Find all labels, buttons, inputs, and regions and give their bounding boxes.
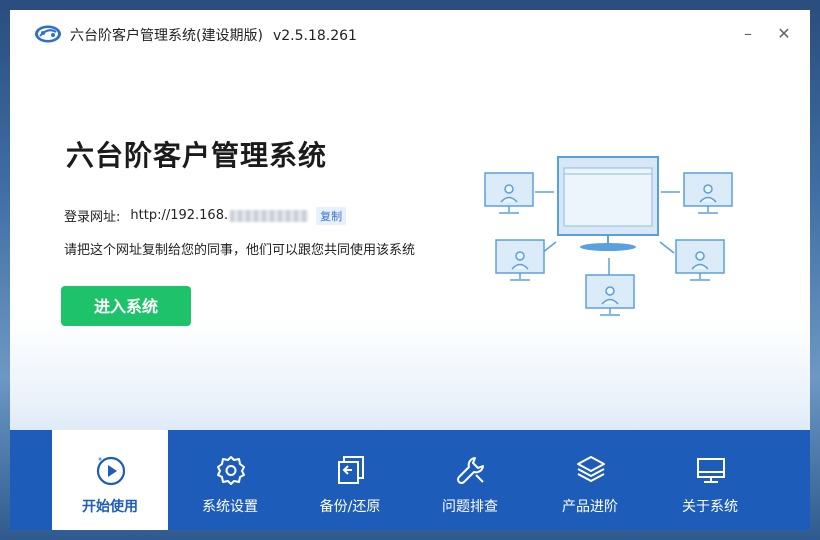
app-version: v2.5.18.261 xyxy=(272,28,357,44)
share-hint-text: 请把这个网址复制给您的同事，他们可以跟您共同使用该系统 xyxy=(64,243,416,258)
enter-system-button[interactable]: 进入系统 xyxy=(61,286,191,326)
play-icon xyxy=(96,456,126,486)
title-bar[interactable]: 六台阶客户管理系统(建设期版) v2.5.18.261 – ✕ xyxy=(10,10,810,58)
app-window: 六台阶客户管理系统(建设期版) v2.5.18.261 – ✕ 六台阶客户管理系统… xyxy=(10,10,810,530)
backup-restore-icon xyxy=(338,456,364,484)
bottom-nav-bar: 开始使用 系统设置 备份/还原 问题排查 产品进阶 关于系统 xyxy=(10,430,810,530)
gear-icon xyxy=(217,456,245,485)
login-url-row: 登录网址: http://192.168. 复制 xyxy=(64,206,347,225)
window-background-gradient xyxy=(10,320,810,440)
login-url-masked-part xyxy=(230,209,309,222)
nav-label-troubleshoot: 问题排查 xyxy=(442,499,498,515)
network-illustration xyxy=(484,156,733,316)
nav-label-about: 关于系统 xyxy=(682,499,738,515)
nav-label-advanced: 产品进阶 xyxy=(562,499,618,515)
wrench-icon xyxy=(456,457,484,485)
login-url-label: 登录网址: xyxy=(64,210,121,225)
nav-label-start: 开始使用 xyxy=(82,499,138,515)
copy-url-button[interactable]: 复制 xyxy=(316,206,347,225)
app-logo-icon xyxy=(35,25,61,43)
nav-item-backup-restore[interactable]: 备份/还原 xyxy=(292,430,408,530)
nav-item-advanced[interactable]: 产品进阶 xyxy=(532,430,648,530)
window-title: 六台阶客户管理系统(建设期版) v2.5.18.261 xyxy=(70,25,357,45)
close-button[interactable]: ✕ xyxy=(773,24,795,44)
nav-label-backup-restore: 备份/还原 xyxy=(319,499,381,515)
nav-item-settings[interactable]: 系统设置 xyxy=(172,430,288,530)
nav-item-start[interactable]: 开始使用 xyxy=(52,430,168,530)
nav-item-about[interactable]: 关于系统 xyxy=(652,430,768,530)
nav-item-troubleshoot[interactable]: 问题排查 xyxy=(412,430,528,530)
page-title: 六台阶客户管理系统 xyxy=(66,139,328,172)
layers-icon xyxy=(577,456,605,482)
monitor-icon xyxy=(697,458,725,483)
nav-label-settings: 系统设置 xyxy=(202,499,258,515)
central-server-monitor xyxy=(557,156,659,251)
minimize-button[interactable]: – xyxy=(737,24,759,44)
login-url-value[interactable]: http://192.168. xyxy=(130,208,228,223)
app-title: 六台阶客户管理系统(建设期版) xyxy=(70,28,263,44)
